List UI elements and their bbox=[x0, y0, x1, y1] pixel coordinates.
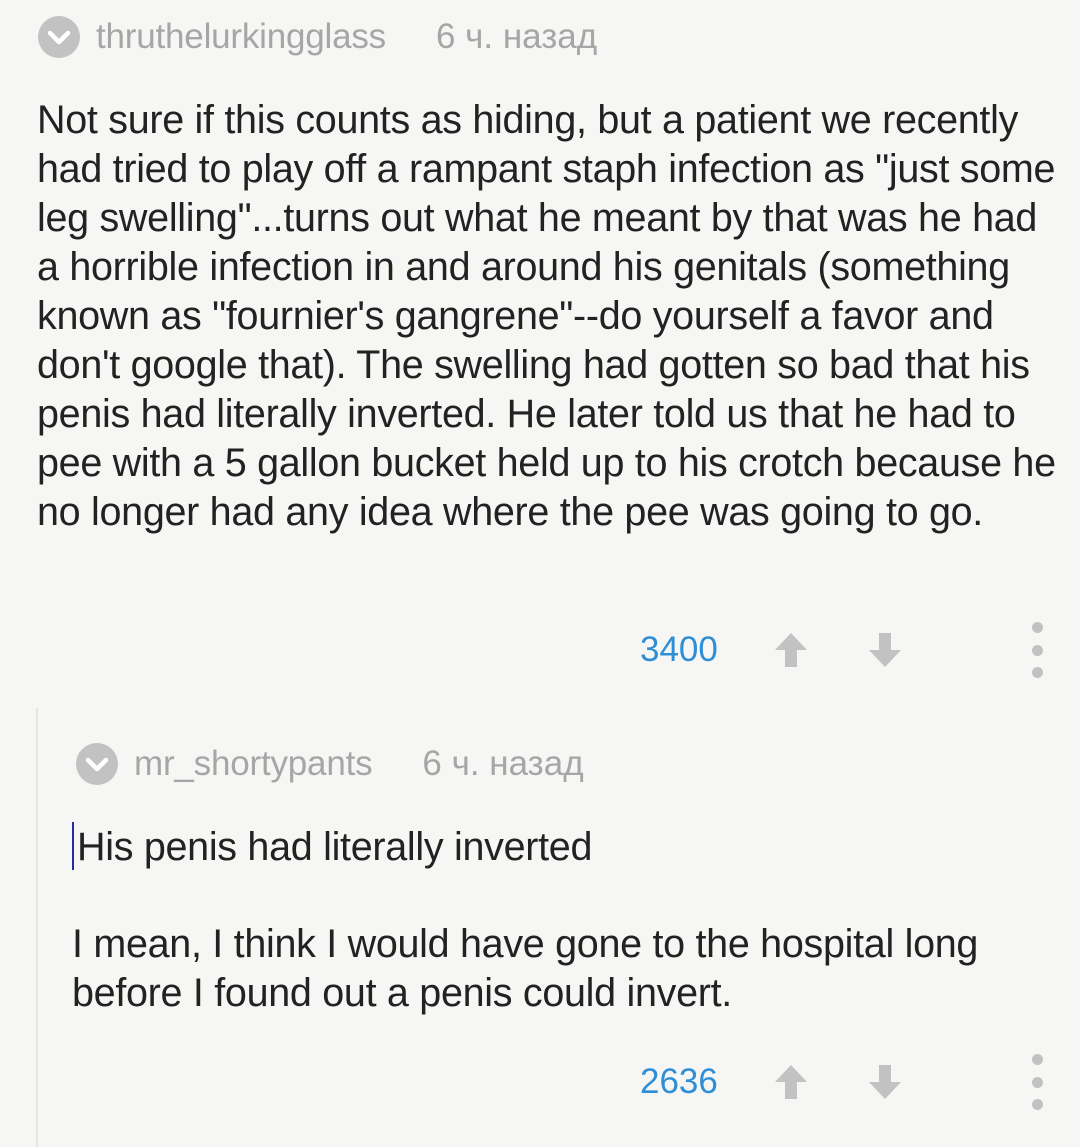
timestamp: 6 ч. назад bbox=[435, 17, 598, 56]
comment-body: I mean, I think I would have gone to the… bbox=[72, 922, 979, 1015]
arrow-up-icon[interactable] bbox=[771, 627, 811, 673]
username[interactable]: mr_shortypants bbox=[134, 744, 373, 784]
quoted-text: His penis had literally inverted bbox=[72, 822, 1062, 872]
text-cursor bbox=[72, 822, 74, 870]
arrow-down-icon[interactable] bbox=[865, 1059, 905, 1105]
comment-actions: 2636 bbox=[640, 1052, 1047, 1112]
comment-actions: 3400 bbox=[640, 620, 1047, 680]
comment-header: mr_shortypants 6 ч. назад bbox=[76, 741, 584, 787]
score: 3400 bbox=[640, 630, 718, 669]
quote: His penis had literally inverted bbox=[77, 825, 593, 869]
arrow-up-icon[interactable] bbox=[771, 1059, 811, 1105]
score: 2636 bbox=[640, 1062, 718, 1101]
more-vertical-icon[interactable] bbox=[1027, 1054, 1047, 1110]
arrow-down-icon[interactable] bbox=[865, 627, 905, 673]
dot bbox=[1031, 1076, 1043, 1088]
comment: thruthelurkingglass 6 ч. назад Not sure … bbox=[0, 0, 1080, 690]
check-icon bbox=[38, 16, 80, 58]
dot bbox=[1031, 622, 1043, 633]
comment-thread: thruthelurkingglass 6 ч. назад Not sure … bbox=[0, 0, 1080, 1147]
dot bbox=[1031, 1099, 1043, 1110]
username[interactable]: thruthelurkingglass bbox=[96, 17, 386, 57]
dot bbox=[1031, 667, 1043, 678]
comment-header: thruthelurkingglass 6 ч. назад bbox=[38, 14, 597, 60]
dot bbox=[1031, 644, 1043, 656]
dot bbox=[1031, 1054, 1043, 1065]
more-vertical-icon[interactable] bbox=[1027, 622, 1047, 678]
timestamp: 6 ч. назад bbox=[422, 744, 584, 783]
check-icon bbox=[76, 743, 118, 785]
comment-body: Not sure if this counts as hiding, but a… bbox=[37, 98, 1056, 534]
